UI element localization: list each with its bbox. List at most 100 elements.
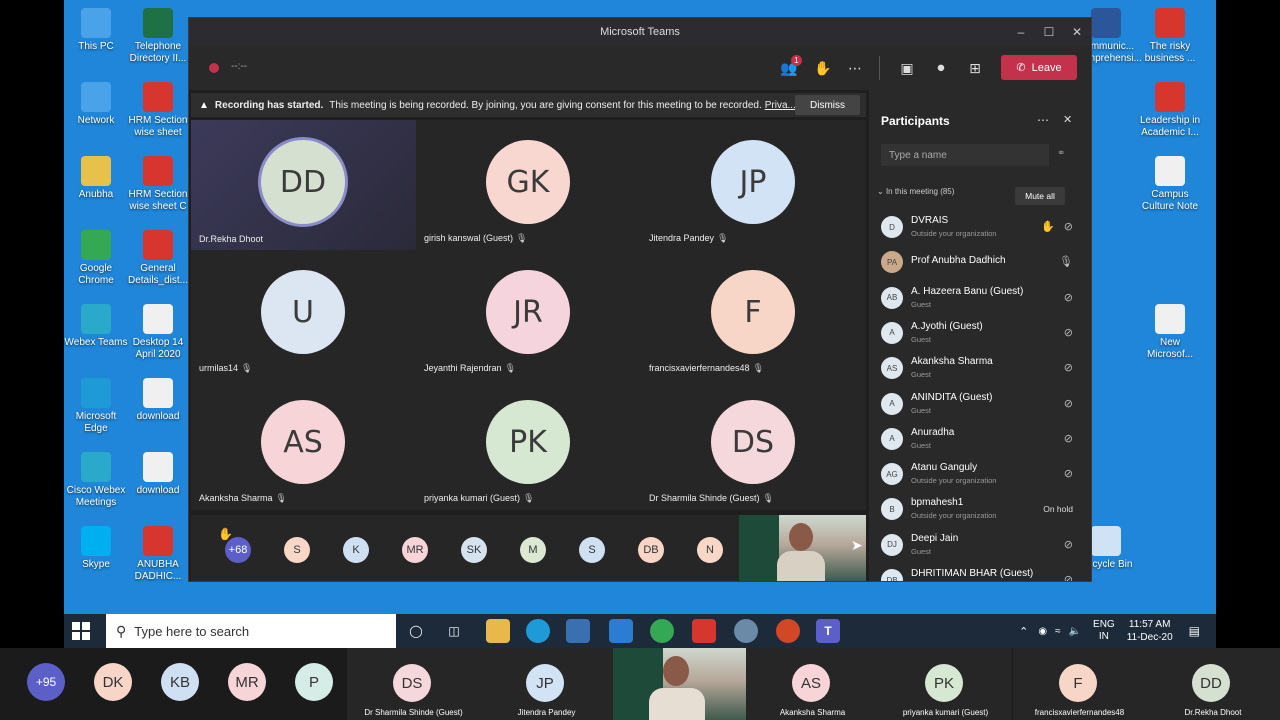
close-button[interactable]: ✕	[1063, 18, 1091, 46]
desktop-icon[interactable]: HRM Section wise sheet	[126, 82, 190, 139]
cortana-icon[interactable]: ◯	[404, 619, 428, 643]
desktop-icon[interactable]: Anubha	[64, 156, 128, 201]
share-screen-icon[interactable]: ⊞	[965, 58, 985, 78]
gallery-tile[interactable]: DS Dr Sharmila Shinde (Guest)	[347, 648, 480, 720]
desktop-icon[interactable]: Cisco Webex Meetings	[64, 452, 128, 509]
privacy-link[interactable]: Priva...	[765, 100, 796, 111]
participant-row[interactable]: AS Akanksha Sharma Guest ⊘	[881, 353, 1077, 383]
panel-more-icon[interactable]: ⋯	[1037, 113, 1049, 127]
desktop-icon[interactable]: This PC	[64, 8, 128, 53]
mic-off-icon[interactable]: ⊘	[1064, 291, 1073, 304]
participant-row[interactable]: Bbpmahesh1 Outside your organization On ho…	[881, 494, 1077, 524]
desktop-icon[interactable]: The risky business ...	[1138, 8, 1202, 65]
gallery-tile[interactable]: Ffrancisxavierfernandes48	[1013, 648, 1146, 720]
wifi-icon[interactable]: ≈	[1055, 626, 1061, 637]
gallery-tile[interactable]: JP Jitendra Pandey	[480, 648, 613, 720]
gallery-avatar[interactable]: MR	[228, 663, 266, 701]
mic-off-icon[interactable]: ⊘	[1064, 326, 1073, 339]
volume-icon[interactable]: 🔈	[1069, 626, 1081, 637]
microphone-icon[interactable]: ⚫	[931, 58, 951, 78]
participant-row[interactable]: A Anuradha Guest ⊘	[881, 424, 1077, 454]
gallery-avatar[interactable]: P	[295, 663, 333, 701]
desktop-icon[interactable]: download	[126, 452, 190, 497]
desktop-icon[interactable]: Campus Culture Note	[1138, 156, 1202, 213]
desktop-icon[interactable]: New Microsof...	[1138, 304, 1202, 361]
settings-icon[interactable]	[734, 619, 758, 643]
desktop-icon[interactable]: Google Chrome	[64, 230, 128, 287]
video-tile[interactable]: JR Jeyanthi Rajendran 🎙	[416, 250, 641, 380]
mic-off-icon[interactable]: ⊘	[1064, 538, 1073, 551]
participant-row[interactable]: A A.Jyothi (Guest) Guest ⊘	[881, 318, 1077, 348]
desktop-icon[interactable]: Skype	[64, 526, 128, 571]
acrobat-icon[interactable]	[692, 619, 716, 643]
gallery-avatar[interactable]: DK	[94, 663, 132, 701]
strip-avatar[interactable]: M	[520, 537, 546, 563]
video-tile[interactable]: DS Dr Sharmila Shinde (Guest) 🎙	[641, 380, 866, 510]
participant-search-input[interactable]: Type a name	[881, 144, 1049, 166]
strip-avatar[interactable]: S	[284, 537, 310, 563]
participant-row[interactable]: A ANINDITA (Guest) Guest ⊘	[881, 389, 1077, 419]
camera-icon[interactable]: ▣	[897, 58, 917, 78]
store-icon[interactable]	[566, 619, 590, 643]
mic-off-icon[interactable]: ⊘	[1064, 573, 1073, 581]
mic-off-icon[interactable]: ⊘	[1064, 397, 1073, 410]
share-invite-icon[interactable]: ⚭	[1057, 148, 1065, 159]
desktop-icon[interactable]: download	[126, 378, 190, 423]
chevron-up-icon[interactable]: ⌃	[1019, 625, 1028, 638]
video-tile[interactable]: PK priyanka kumari (Guest) 🎙	[416, 380, 641, 510]
strip-avatar[interactable]: S	[579, 537, 605, 563]
video-tile[interactable]: JP Jitendra Pandey 🎙	[641, 120, 866, 250]
calculator-icon[interactable]	[609, 619, 633, 643]
task-view-icon[interactable]: ◫	[442, 619, 466, 643]
microphone-icon[interactable]: 🎙	[1059, 255, 1073, 268]
leave-button[interactable]: ✆ Leave	[1001, 55, 1077, 80]
chrome-icon[interactable]	[650, 619, 674, 643]
mic-off-icon[interactable]: ⊘	[1064, 432, 1073, 445]
video-tile[interactable]: Uurmilas14 🎙	[191, 250, 416, 380]
mic-off-icon[interactable]: ⊘	[1064, 467, 1073, 480]
mic-off-icon[interactable]: ⊘	[1064, 361, 1073, 374]
strip-avatar[interactable]: K	[343, 537, 369, 563]
participant-row[interactable]: DJ Deepi Jain Guest ⊘	[881, 530, 1077, 560]
teams-icon[interactable]: T	[816, 619, 840, 643]
strip-avatar[interactable]: DB	[638, 537, 664, 563]
desktop-icon[interactable]: Microsoft Edge	[64, 378, 128, 435]
strip-avatar[interactable]: +68	[225, 537, 251, 563]
participant-row[interactable]: DBDHRITIMAN BHAR (Guest)Guest⊘	[881, 565, 1077, 581]
video-tile[interactable]: GK girish kanswal (Guest) 🎙	[416, 120, 641, 250]
desktop-icon[interactable]: ANUBHA DADHIC...	[126, 526, 190, 583]
language-indicator[interactable]: ENG IN	[1093, 619, 1115, 643]
participant-row[interactable]: AB A. Hazeera Banu (Guest) Guest ⊘	[881, 283, 1077, 313]
video-tile[interactable]: DD Dr.Rekha Dhoot	[191, 120, 416, 250]
dismiss-button[interactable]: Dismiss	[795, 95, 860, 115]
desktop-icon[interactable]: Leadership in Academic I...	[1138, 82, 1202, 139]
gallery-tile[interactable]: DD Dr.Rekha Dhoot	[1146, 648, 1280, 720]
maximize-button[interactable]: ☐	[1035, 18, 1063, 46]
network-icon[interactable]: ◉	[1038, 626, 1047, 637]
mute-all-button[interactable]: Mute all	[1015, 187, 1065, 205]
overflow-avatar[interactable]: +95	[27, 663, 65, 701]
gallery-tile[interactable]: PK priyanka kumari (Guest)	[879, 648, 1012, 720]
gallery-avatar[interactable]: KB	[161, 663, 199, 701]
taskbar-search[interactable]: ⚲ Type here to search	[106, 614, 396, 648]
raise-hand-icon[interactable]: ✋	[813, 58, 833, 78]
participant-row[interactable]: D DVRAIS Outside your organization ✋ ⊘	[881, 212, 1077, 242]
more-actions-icon[interactable]: ⋯	[845, 58, 865, 78]
minimize-button[interactable]: –	[1007, 18, 1035, 46]
strip-avatar[interactable]: N	[697, 537, 723, 563]
clock[interactable]: 11:57 AM 11-Dec-20	[1127, 618, 1173, 644]
desktop-icon[interactable]: Webex Teams	[64, 304, 128, 349]
participant-row[interactable]: AG Atanu Ganguly Outside your organization…	[881, 459, 1077, 489]
desktop-icon[interactable]: General Details_dist...	[126, 230, 190, 287]
notifications-icon[interactable]: ▤	[1189, 624, 1200, 638]
edge-icon[interactable]	[526, 619, 550, 643]
file-explorer-icon[interactable]	[486, 619, 510, 643]
gallery-tile[interactable]: AS Akanksha Sharma	[746, 648, 879, 720]
desktop-icon[interactable]: Network	[64, 82, 128, 127]
participant-row[interactable]: PA Prof Anubha Dadhich 🎙	[881, 247, 1077, 277]
video-tile[interactable]: Ffrancisxavierfernandes48 🎙	[641, 250, 866, 380]
panel-close-icon[interactable]: ✕	[1063, 113, 1072, 126]
desktop-icon[interactable]: HRM Section wise sheet C	[126, 156, 190, 213]
strip-avatar[interactable]: SK	[461, 537, 487, 563]
section-header[interactable]: ⌄ In this meeting (85)	[877, 187, 954, 196]
